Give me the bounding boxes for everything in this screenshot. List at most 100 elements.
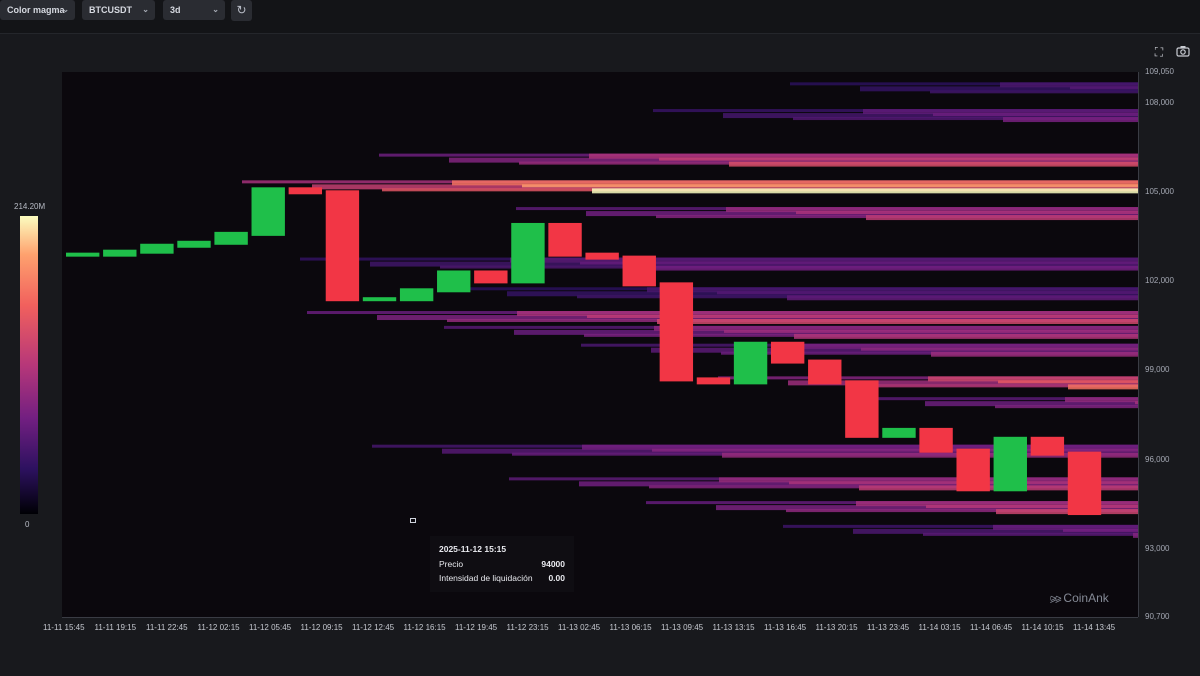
tooltip-title: 2025-11-12 15:15 (439, 544, 507, 554)
liquidation-band (522, 184, 1138, 188)
price-candle (288, 187, 323, 195)
camera-icon[interactable] (1176, 45, 1190, 59)
liquidation-band (650, 265, 1138, 271)
x-tick-label: 11-12 12:45 (352, 623, 395, 632)
y-tick-label: 105,000 (1145, 187, 1174, 197)
price-candle (548, 222, 582, 257)
y-axis (1138, 72, 1139, 617)
price-candle (919, 427, 953, 453)
fullscreen-icon[interactable]: ⛶ (1152, 45, 1166, 59)
liquidation-band (729, 161, 1138, 167)
y-tick-label: 90,700 (1145, 612, 1170, 621)
heatmap-plot-area[interactable] (62, 72, 1138, 617)
liquidation-band (1070, 86, 1138, 90)
price-candle (956, 448, 990, 492)
price-candle (214, 231, 248, 245)
tooltip-price-value: 94000 (541, 559, 565, 569)
price-candle (140, 243, 174, 254)
x-tick-label: 11-13 23:45 (867, 623, 910, 632)
price-candle (659, 282, 694, 382)
liquidation-band (1065, 397, 1138, 403)
x-tick-label: 11-11 15:45 (43, 623, 85, 632)
x-tick-label: 11-14 13:45 (1073, 623, 1116, 632)
liquidation-band (995, 405, 1138, 409)
liquidation-band (923, 532, 1138, 536)
price-candle (808, 359, 842, 385)
hover-marker (410, 518, 416, 523)
x-tick-label: 11-12 05:45 (249, 623, 292, 632)
y-tick-label: 99,000 (1145, 365, 1170, 375)
price-candle (733, 341, 768, 385)
x-tick-label: 11-11 19:15 (94, 623, 137, 632)
timeframe-label: 3d (170, 5, 181, 15)
coinank-watermark: ⪩⪩ CoinAnk (1050, 591, 1109, 606)
liquidation-band (717, 291, 1138, 295)
price-candle (251, 187, 285, 236)
liquidation-band (1068, 384, 1138, 390)
x-tick-label: 11-13 09:45 (661, 623, 704, 632)
colormap-dropdown[interactable]: Color magma ⌄ (0, 0, 75, 20)
x-tick-label: 11-14 06:45 (970, 623, 1013, 632)
hover-tooltip: 2025-11-12 15:15 Precio 94000 Intensidad… (430, 536, 574, 592)
price-candle (585, 252, 619, 260)
liquidation-band (998, 380, 1138, 384)
tooltip-price-row: Precio 94000 (439, 559, 565, 569)
price-candle (1030, 436, 1065, 456)
price-candle (474, 270, 508, 284)
y-tick-label: 102,000 (1145, 276, 1174, 286)
colormap-label: Color magma (7, 5, 65, 15)
price-candle (511, 222, 545, 284)
chevron-down-icon: ⌄ (62, 5, 69, 14)
x-tick-label: 11-13 16:45 (764, 623, 807, 632)
y-tick-label: 96,000 (1145, 454, 1170, 464)
colorbar-max-label: 214.20M (14, 202, 46, 211)
price-candle (177, 240, 211, 248)
refresh-button[interactable]: ↻ (231, 0, 252, 21)
y-tick-label: 93,000 (1145, 543, 1170, 553)
liquidation-band (933, 113, 1138, 117)
colorbar (20, 216, 38, 514)
price-candle (66, 252, 100, 257)
liquidation-band (996, 509, 1138, 515)
liquidation-band (794, 333, 1138, 339)
colorbar-min-label: 0 (25, 520, 30, 529)
x-tick-label: 11-12 16:15 (403, 623, 446, 632)
x-axis (62, 617, 1138, 618)
price-candle (103, 249, 137, 257)
refresh-icon: ↻ (236, 3, 247, 17)
coinank-logo-icon: ⪩⪩ (1050, 593, 1061, 605)
x-tick-label: 11-14 10:15 (1021, 623, 1064, 632)
tooltip-intensity-value: 0.00 (548, 573, 565, 583)
x-tick-label: 11-13 06:15 (609, 623, 652, 632)
price-candle (1067, 451, 1102, 516)
timeframe-dropdown[interactable]: 3d ⌄ (163, 0, 225, 20)
tooltip-price-label: Precio (439, 559, 464, 569)
x-tick-label: 11-13 13:15 (712, 623, 755, 632)
liquidation-band (1063, 528, 1138, 532)
liquidation-band (926, 505, 1138, 509)
symbol-dropdown[interactable]: BTCUSDT ⌄ (82, 0, 155, 20)
x-tick-label: 11-12 09:15 (300, 623, 343, 632)
liquidation-band (930, 90, 1138, 94)
heatmap-canvas (66, 82, 1138, 538)
liquidation-band (592, 188, 1138, 194)
price-candle (770, 341, 805, 364)
chevron-down-icon: ⌄ (212, 5, 219, 14)
liquidation-band (866, 215, 1138, 221)
price-candle (696, 377, 731, 385)
x-tick-label: 11-13 20:15 (815, 623, 858, 632)
symbol-label: BTCUSDT (89, 5, 132, 15)
liquidation-band (796, 211, 1138, 215)
x-tick-label: 11-11 22:45 (146, 623, 188, 632)
x-tick-label: 11-12 19:45 (455, 623, 498, 632)
tooltip-intensity-label: Intensidad de liquidación (439, 573, 533, 583)
price-candle (437, 270, 471, 293)
liquidation-band (1003, 117, 1138, 123)
price-candle (993, 436, 1027, 492)
x-tick-label: 11-14 03:15 (918, 623, 961, 632)
tooltip-intensity-row: Intensidad de liquidación 0.00 (439, 573, 565, 583)
price-candle (622, 255, 656, 287)
x-tick-label: 11-12 23:15 (506, 623, 549, 632)
liquidation-band (724, 329, 1138, 333)
price-candle (845, 380, 879, 438)
